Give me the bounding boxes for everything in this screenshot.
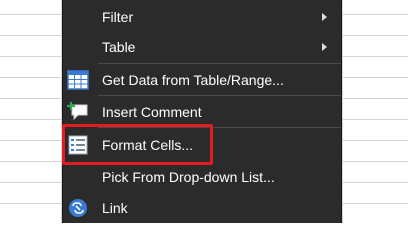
menu-item-label: Insert Comment — [102, 104, 202, 120]
link-icon — [67, 197, 89, 219]
menu-separator — [98, 95, 341, 96]
menu-separator — [98, 63, 341, 64]
table-grid-icon — [67, 69, 89, 91]
menu-item-label: Table — [102, 39, 136, 55]
context-menu: Filter Table Get Data from Table/Range..… — [62, 0, 342, 223]
menu-item-label: Format Cells... — [102, 137, 194, 153]
submenu-arrow-icon — [322, 13, 327, 21]
menu-item-label: Pick From Drop-down List... — [102, 169, 275, 185]
menu-item-label: Filter — [102, 9, 134, 25]
comment-add-icon — [67, 101, 89, 123]
menu-item-link[interactable]: Link — [63, 193, 341, 223]
menu-item-label: Get Data from Table/Range... — [102, 72, 284, 88]
menu-item-table[interactable]: Table — [63, 32, 341, 62]
format-cells-icon — [67, 134, 89, 156]
menu-item-filter[interactable]: Filter — [63, 2, 341, 32]
menu-item-label: Link — [102, 200, 128, 216]
menu-item-get-data[interactable]: Get Data from Table/Range... — [63, 65, 341, 95]
menu-separator — [98, 127, 341, 128]
submenu-arrow-icon — [322, 43, 327, 51]
menu-item-pick-from-dropdown[interactable]: Pick From Drop-down List... — [63, 162, 341, 192]
menu-item-insert-comment[interactable]: Insert Comment — [63, 97, 341, 127]
spreadsheet-grid-left — [0, 0, 62, 223]
menu-item-format-cells[interactable]: Format Cells... — [63, 130, 341, 160]
spreadsheet-grid-right — [342, 0, 408, 223]
